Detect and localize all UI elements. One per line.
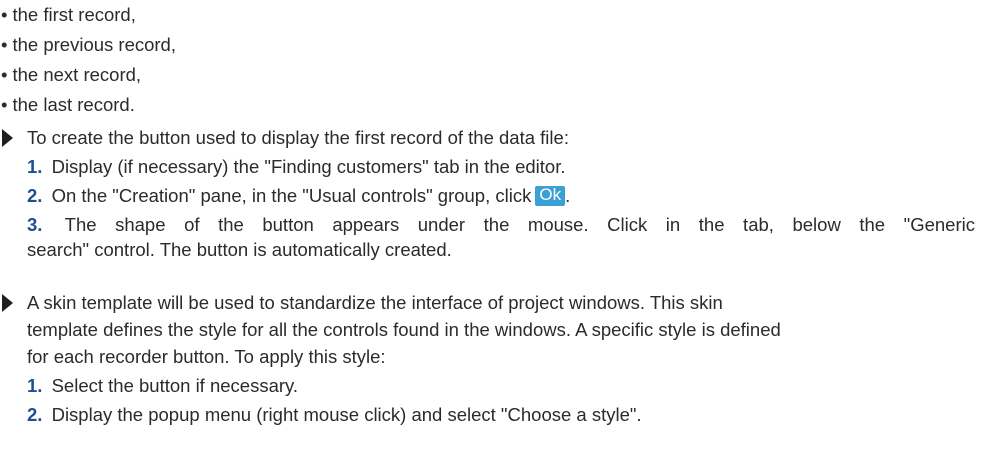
record-bullet-list: • the first record, • the previous record,… <box>1 0 176 120</box>
bullet-text: the first record, <box>12 4 136 25</box>
step-number: 2. <box>27 404 43 425</box>
paragraph-line: A skin template will be used to standard… <box>27 292 723 313</box>
ok-button-icon: Ok <box>535 186 566 207</box>
paragraph-line: for each recorder button. To apply this … <box>27 346 386 367</box>
bullet-icon: • <box>1 4 8 25</box>
step-text: Display (if necessary) the "Finding cust… <box>46 156 566 177</box>
step-number: 2. <box>27 185 43 206</box>
bullet-text: the last record. <box>12 94 135 115</box>
list-item: • the previous record, <box>1 30 176 60</box>
paragraph-line: template defines the style for all the c… <box>27 319 781 340</box>
bullet-icon: • <box>1 34 8 55</box>
step-3-continued: search" control. The button is automatic… <box>27 239 452 260</box>
step-3: 3. The shape of the button appears under… <box>27 212 975 238</box>
list-item: • the last record. <box>1 90 176 120</box>
step-text: The shape of the button appears under th… <box>46 214 975 235</box>
bullet-icon: • <box>1 64 8 85</box>
bullet-text: the next record, <box>12 64 142 85</box>
bullet-text: the previous record, <box>12 34 176 55</box>
step-text-end: . <box>565 185 571 206</box>
list-item: • the next record, <box>1 60 176 90</box>
step-number: 3. <box>27 214 43 235</box>
step-text: On the "Creation" pane, in the "Usual co… <box>46 185 532 206</box>
step-1: 1. Select the button if necessary. <box>27 373 298 399</box>
step-text: Display the popup menu (right mouse clic… <box>46 404 642 425</box>
step-1: 1. Display (if necessary) the "Finding c… <box>27 154 565 180</box>
triangle-right-icon <box>2 129 13 147</box>
list-item: • the first record, <box>1 0 176 30</box>
step-text: Select the button if necessary. <box>46 375 299 396</box>
step-number: 1. <box>27 375 43 396</box>
bullet-icon: • <box>1 94 8 115</box>
step-2: 2. On the "Creation" pane, in the "Usual… <box>27 183 570 209</box>
triangle-right-icon <box>2 294 13 312</box>
step-number: 1. <box>27 156 43 177</box>
document-page: • the first record, • the previous record,… <box>0 0 995 472</box>
step-2: 2. Display the popup menu (right mouse c… <box>27 402 642 428</box>
section-intro: To create the button used to display the… <box>27 127 569 148</box>
